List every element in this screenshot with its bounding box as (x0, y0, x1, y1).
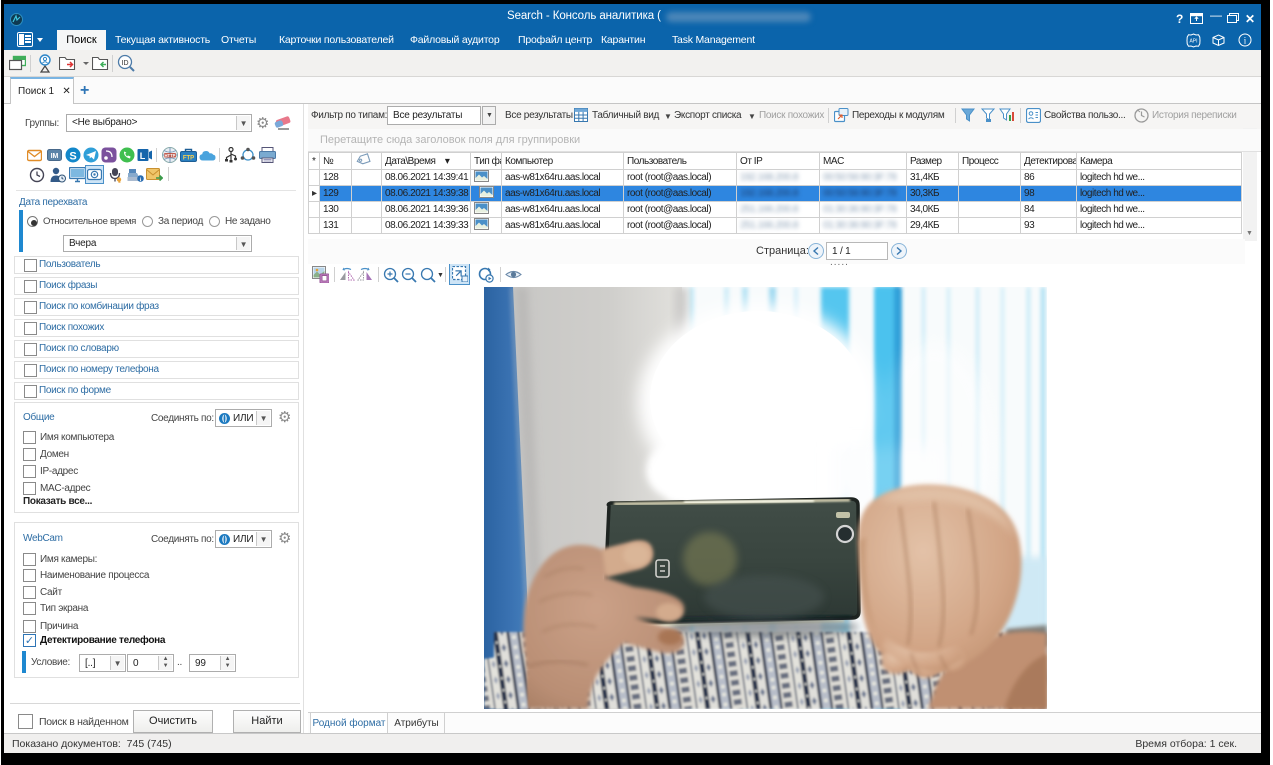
svg-text:FTP: FTP (183, 156, 194, 162)
svg-text:S: S (69, 151, 76, 163)
svg-text:HTTP: HTTP (165, 153, 176, 158)
svg-text:IM: IM (51, 153, 59, 160)
svg-text:API: API (1189, 39, 1197, 45)
svg-text:L: L (140, 151, 146, 161)
svg-text:ID: ID (122, 60, 129, 67)
svg-text:i: i (1244, 36, 1247, 46)
